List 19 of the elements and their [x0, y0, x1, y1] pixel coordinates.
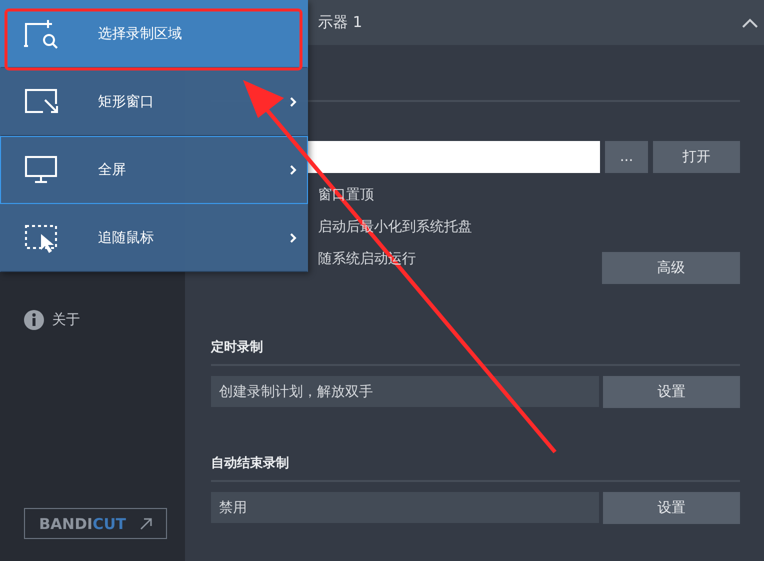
sidebar-item[interactable]: 关于	[24, 310, 185, 330]
header-title: 示器 1	[318, 13, 362, 32]
section-title: 定时录制	[211, 338, 264, 356]
setting-value: 创建录制计划，解放双手	[211, 376, 599, 407]
settings-button[interactable]: 设置	[603, 376, 740, 408]
external-link-icon	[140, 518, 152, 530]
section-title: 自动结束录制	[211, 455, 290, 472]
menu-item[interactable]: 选择录制区域	[0, 0, 308, 68]
menu-item[interactable]: 追随鼠标	[0, 204, 308, 272]
menu-item[interactable]: 全屏	[0, 136, 308, 204]
bandicut-link[interactable]: BANDICUT	[24, 508, 167, 539]
advanced-button[interactable]: 高级	[602, 252, 740, 284]
open-button[interactable]: 打开	[653, 141, 740, 173]
setting-value: 禁用	[211, 492, 599, 523]
path-field[interactable]	[308, 141, 600, 173]
settings-button[interactable]: 设置	[603, 492, 740, 524]
browse-button[interactable]: ...	[605, 141, 648, 173]
info-icon	[24, 310, 44, 330]
collapse-icon[interactable]	[742, 18, 758, 28]
